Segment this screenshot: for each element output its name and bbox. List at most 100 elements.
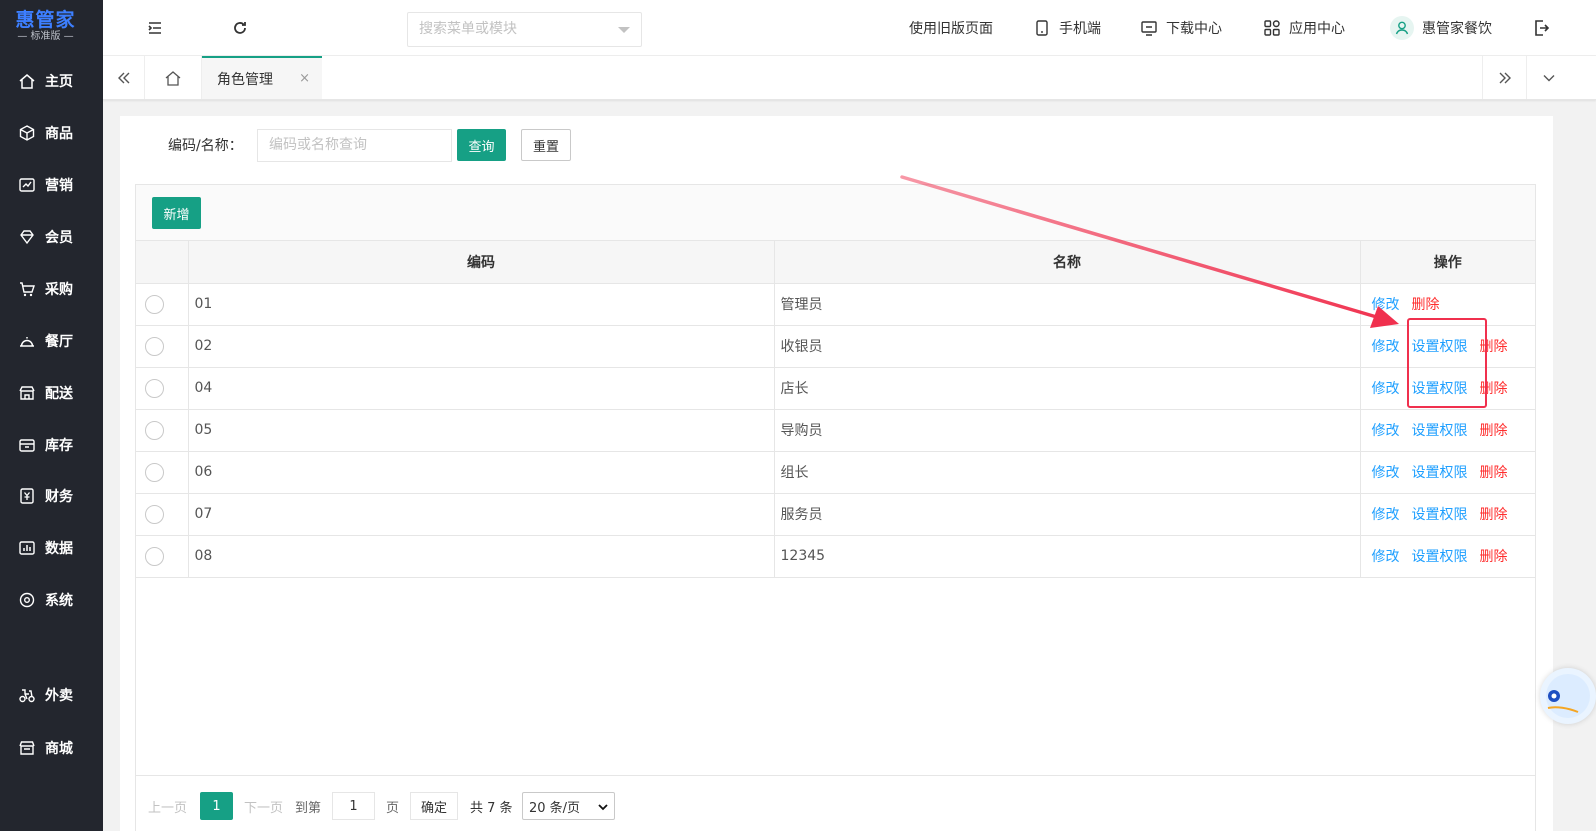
reset-button[interactable]: 重置 — [521, 129, 571, 161]
page-size-select[interactable]: 20 条/页 — [522, 792, 615, 820]
sidebar-item-9[interactable]: 数据 — [0, 528, 103, 568]
delete-link[interactable]: 删除 — [1480, 339, 1508, 355]
table-row: 05 导购员 修改 设置权限 删除 — [136, 409, 1535, 452]
page-1-button[interactable]: 1 — [200, 792, 233, 820]
row-radio[interactable] — [145, 336, 164, 356]
delete-link[interactable]: 删除 — [1480, 549, 1508, 565]
box-icon — [19, 439, 35, 452]
row-radio[interactable] — [145, 546, 164, 566]
sidebar-item-10[interactable]: 系统 — [0, 580, 103, 620]
code-name-search-input[interactable]: 编码或名称查询 — [257, 129, 452, 162]
edit-link[interactable]: 修改 — [1372, 339, 1400, 355]
refresh-icon[interactable] — [230, 18, 250, 38]
download-center-label: 下载中心 — [1166, 21, 1222, 37]
user-menu[interactable]: 惠管家餐饮 — [1390, 0, 1492, 56]
delete-link[interactable]: 删除 — [1480, 381, 1508, 397]
set-permission-link[interactable]: 设置权限 — [1412, 339, 1468, 355]
edit-link[interactable]: 修改 — [1372, 381, 1400, 397]
row-name: 12345 — [774, 535, 1361, 578]
shop-icon — [19, 741, 35, 755]
goto-label: 到第 — [295, 800, 322, 816]
row-select-cell — [136, 493, 189, 536]
sidebar-item-label: 外卖 — [45, 688, 73, 704]
page-unit-label: 页 — [386, 800, 400, 816]
pagination: 上一页 1 下一页 到第 1 页 确定 共 7 条 20 条/页 — [136, 775, 1535, 831]
tab-home[interactable] — [145, 56, 202, 99]
query-button[interactable]: 查询 — [457, 129, 506, 161]
set-permission-link[interactable]: 设置权限 — [1412, 549, 1468, 565]
user-avatar-icon — [1390, 16, 1414, 40]
download-center-link[interactable]: 下载中心 — [1140, 0, 1222, 56]
sidebar-item-11[interactable]: 外卖 — [0, 675, 103, 715]
yen-icon — [20, 488, 34, 504]
menu-collapse-icon[interactable] — [145, 18, 165, 38]
row-code: 08 — [188, 535, 775, 578]
cart-icon — [20, 282, 35, 297]
set-permission-link[interactable]: 设置权限 — [1412, 381, 1468, 397]
goto-confirm-button[interactable]: 确定 — [410, 792, 458, 820]
role-data-table: 编码 名称 操作 01 管理员 修改 删除 02 收银员 修改 设置权限 删除 04 店长 修改 设置权… — [136, 241, 1535, 578]
app-center-label: 应用中心 — [1289, 21, 1345, 37]
prev-page-button[interactable]: 上一页 — [148, 792, 187, 820]
sidebar-item-5[interactable]: 餐厅 — [0, 321, 103, 361]
delete-link[interactable]: 删除 — [1480, 465, 1508, 481]
sidebar-item-label: 主页 — [45, 74, 73, 90]
assistant-float-icon[interactable] — [1540, 668, 1596, 724]
goto-page-input[interactable]: 1 — [332, 792, 375, 820]
edit-link[interactable]: 修改 — [1372, 297, 1400, 313]
filter-label: 编码/名称： — [168, 138, 243, 154]
row-radio[interactable] — [145, 462, 164, 482]
row-actions: 修改 设置权限 删除 — [1360, 535, 1535, 578]
row-actions: 修改 设置权限 删除 — [1360, 367, 1535, 410]
delete-link[interactable]: 删除 — [1480, 507, 1508, 523]
sidebar-item-label: 配送 — [45, 386, 73, 402]
tab-scroll-left[interactable] — [103, 56, 145, 99]
row-radio[interactable] — [145, 504, 164, 524]
edit-link[interactable]: 修改 — [1372, 465, 1400, 481]
table-row: 04 店长 修改 设置权限 删除 — [136, 367, 1535, 410]
set-permission-link[interactable]: 设置权限 — [1412, 507, 1468, 523]
menu-search-select[interactable]: 搜索菜单或模块 — [407, 12, 642, 47]
grid-icon — [1264, 20, 1280, 36]
tab-role-management[interactable]: 角色管理 × — [202, 56, 322, 99]
tab-scroll-right[interactable] — [1482, 56, 1526, 99]
sidebar-item-4[interactable]: 采购 — [0, 269, 103, 309]
set-permission-link[interactable]: 设置权限 — [1412, 423, 1468, 439]
edit-link[interactable]: 修改 — [1372, 549, 1400, 565]
logo-edition: — 标准版 — — [17, 31, 74, 42]
row-radio[interactable] — [145, 294, 164, 314]
sidebar-item-8[interactable]: 财务 — [0, 476, 103, 516]
set-permission-link[interactable]: 设置权限 — [1412, 465, 1468, 481]
sidebar-item-1[interactable]: 商品 — [0, 113, 103, 153]
chevron-down-icon — [1543, 74, 1554, 81]
delete-link[interactable]: 删除 — [1412, 297, 1440, 313]
sidebar-item-0[interactable]: 主页 — [0, 61, 103, 101]
sidebar-item-3[interactable]: 会员 — [0, 217, 103, 257]
sidebar-item-7[interactable]: 库存 — [0, 425, 103, 465]
app-center-link[interactable]: 应用中心 — [1263, 0, 1345, 56]
table-row: 07 服务员 修改 设置权限 删除 — [136, 493, 1535, 536]
sidebar-item-label: 财务 — [45, 489, 73, 505]
old-page-link[interactable]: 使用旧版页面 — [909, 0, 993, 56]
row-select-cell — [136, 283, 189, 326]
user-name: 惠管家餐饮 — [1422, 21, 1492, 37]
row-actions: 修改 删除 — [1360, 283, 1535, 326]
mobile-link[interactable]: 手机端 — [1033, 0, 1101, 56]
logout-icon[interactable] — [1531, 18, 1551, 38]
sidebar-item-label: 营销 — [45, 178, 73, 194]
sidebar-item-12[interactable]: 商城 — [0, 728, 103, 768]
row-radio[interactable] — [145, 420, 164, 440]
edit-link[interactable]: 修改 — [1372, 423, 1400, 439]
header-name: 名称 — [774, 241, 1361, 284]
tab-options[interactable] — [1526, 56, 1570, 99]
sidebar-item-6[interactable]: 配送 — [0, 373, 103, 413]
next-page-button[interactable]: 下一页 — [244, 792, 283, 820]
delete-link[interactable]: 删除 — [1480, 423, 1508, 439]
edit-link[interactable]: 修改 — [1372, 507, 1400, 523]
bar-chart-icon — [19, 541, 35, 555]
close-icon[interactable]: × — [299, 71, 310, 86]
sidebar-item-2[interactable]: 营销 — [0, 165, 103, 205]
double-chevron-right-icon — [1499, 72, 1511, 83]
add-role-button[interactable]: 新增 — [152, 197, 201, 229]
row-radio[interactable] — [145, 378, 164, 398]
